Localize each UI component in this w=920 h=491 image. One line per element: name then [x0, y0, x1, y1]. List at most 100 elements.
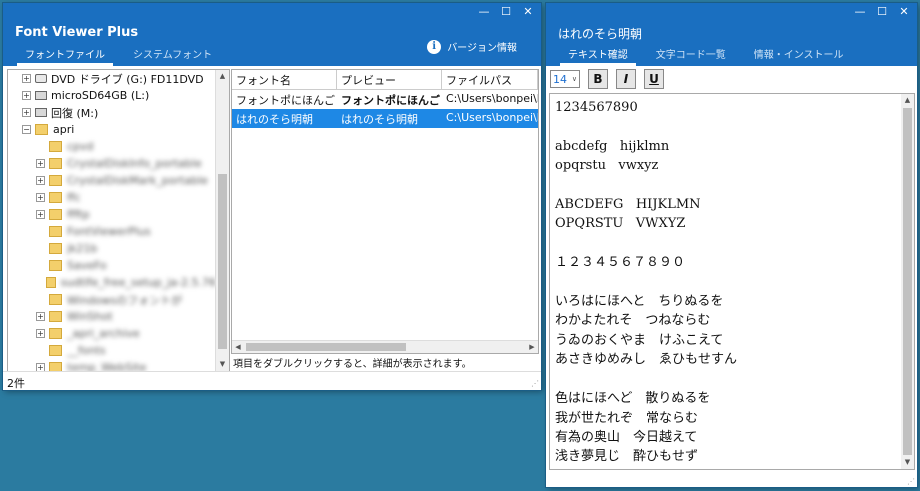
- expand-icon[interactable]: +: [36, 159, 45, 168]
- tree-item[interactable]: cpvd: [8, 138, 216, 155]
- tree-item-label: cpvd: [67, 140, 94, 153]
- expand-icon[interactable]: +: [36, 176, 45, 185]
- tree-item[interactable]: Windowsのフォントが: [8, 291, 216, 308]
- tree-item[interactable]: SaveFo: [8, 257, 216, 274]
- drive-icon: [35, 91, 47, 100]
- maximize-icon[interactable]: ☐: [499, 5, 513, 18]
- folder-icon: [49, 260, 62, 271]
- folder-icon: [49, 209, 62, 220]
- font-size-select[interactable]: 14 ∨: [550, 70, 580, 88]
- tree-item-label: WinShot: [67, 310, 113, 323]
- scroll-up-icon[interactable]: ▲: [901, 94, 914, 107]
- list-hscrollbar[interactable]: ◀ ▶: [232, 340, 538, 353]
- italic-button[interactable]: I: [616, 69, 636, 89]
- tree-scrollbar[interactable]: ▲ ▼: [215, 70, 229, 371]
- chevron-down-icon: ∨: [571, 75, 577, 83]
- expand-icon[interactable]: +: [22, 108, 31, 117]
- folder-icon: [49, 175, 62, 186]
- folder-icon: [35, 124, 48, 135]
- tree-item[interactable]: + 回復 (M:): [8, 104, 216, 121]
- format-toolbar: 14 ∨ B I U: [550, 69, 664, 89]
- preview-textarea[interactable]: 1234567890 abcdefg hijklmn opqrstu vwxyz…: [549, 93, 915, 470]
- scroll-up-icon[interactable]: ▲: [216, 70, 229, 83]
- expand-icon[interactable]: +: [36, 210, 45, 219]
- resize-grip-icon[interactable]: ⋰: [907, 477, 915, 486]
- cell-preview: フォントポにほんご: [341, 94, 440, 107]
- folder-icon: [49, 226, 62, 237]
- close-icon[interactable]: ✕: [897, 5, 911, 18]
- tab-font-file[interactable]: フォントファイル: [11, 42, 119, 66]
- tree-item[interactable]: − apri: [8, 121, 216, 138]
- column-header-preview[interactable]: プレビュー: [337, 70, 442, 89]
- expand-icon[interactable]: +: [36, 329, 45, 338]
- tree-item[interactable]: + CrystalDiskInfo_portable: [8, 155, 216, 172]
- tree-item[interactable]: + _apri_archive: [8, 325, 216, 342]
- font-list[interactable]: フォント名 プレビュー ファイルパス フォントポにほんご フォントポにほんご C…: [231, 69, 539, 354]
- tree-scroll-thumb[interactable]: [218, 174, 227, 349]
- tree-item[interactable]: + WinShot: [8, 308, 216, 325]
- column-header-file-path[interactable]: ファイルパス: [442, 70, 538, 89]
- tab-text-check[interactable]: テキスト確認: [554, 42, 642, 66]
- scroll-left-icon[interactable]: ◀: [232, 341, 244, 353]
- column-header-font-name[interactable]: フォント名: [232, 70, 337, 89]
- tree-item-label: _apri_archive: [67, 327, 140, 340]
- folder-tree[interactable]: + DVD ドライブ (G:) FD11DVD + microSD64GB (L:) +…: [7, 69, 230, 372]
- folder-icon: [49, 345, 62, 356]
- expand-icon[interactable]: +: [36, 193, 45, 202]
- bold-button[interactable]: B: [588, 69, 608, 89]
- scroll-down-icon[interactable]: ▼: [901, 456, 914, 469]
- app-title: Font Viewer Plus: [15, 25, 139, 40]
- tree-item[interactable]: + microSD64GB (L:): [8, 87, 216, 104]
- minimize-icon[interactable]: —: [477, 5, 491, 18]
- tree-item-label: Windowsのフォントが: [67, 293, 183, 307]
- minimize-icon[interactable]: —: [853, 5, 867, 18]
- status-count: 2件: [7, 377, 25, 390]
- tree-item-label: microSD64GB (L:): [51, 89, 150, 102]
- font-list-header: フォント名 プレビュー ファイルパス: [232, 70, 538, 90]
- tree-item[interactable]: FontViewerPlus: [8, 223, 216, 240]
- expand-icon[interactable]: +: [22, 91, 31, 100]
- drive-icon: [35, 108, 47, 117]
- window-controls: — ☐ ✕: [477, 5, 535, 18]
- detail-titlebar: — ☐ ✕ はれのそら明朝 テキスト確認 文字コード一覧 情報・インストール: [546, 3, 917, 66]
- folder-icon: [49, 294, 62, 305]
- close-icon[interactable]: ✕: [521, 5, 535, 18]
- preview-scrollbar[interactable]: ▲ ▼: [901, 94, 914, 469]
- tree-item-label: ffc: [67, 191, 81, 204]
- tree-item[interactable]: + DVD ドライブ (G:) FD11DVD: [8, 70, 216, 87]
- info-icon: i: [427, 39, 442, 54]
- preview-scroll-thumb[interactable]: [903, 108, 912, 455]
- tree-item[interactable]: __fonts: [8, 342, 216, 359]
- folder-tree-rows: + DVD ドライブ (G:) FD11DVD + microSD64GB (L:) +…: [8, 70, 216, 371]
- version-info-button[interactable]: i バージョン情報: [427, 39, 517, 54]
- tree-item[interactable]: jk21b: [8, 240, 216, 257]
- tree-item-label: apri: [53, 123, 75, 136]
- tab-info-install[interactable]: 情報・インストール: [740, 42, 858, 66]
- tree-item[interactable]: + CrystalDiskMark_portable: [8, 172, 216, 189]
- font-size-value: 14: [553, 72, 567, 86]
- tree-item[interactable]: + ffc: [8, 189, 216, 206]
- folder-icon: [46, 277, 56, 288]
- resize-grip-icon[interactable]: ⋰: [531, 379, 539, 388]
- scroll-right-icon[interactable]: ▶: [526, 341, 538, 353]
- collapse-icon[interactable]: −: [22, 125, 31, 134]
- tab-char-code-list[interactable]: 文字コード一覧: [642, 42, 740, 66]
- table-row[interactable]: フォントポにほんご フォントポにほんご C:\Users\bonpei\De: [232, 90, 538, 109]
- tab-system-font[interactable]: システムフォント: [119, 42, 226, 66]
- expand-icon[interactable]: +: [22, 74, 31, 83]
- folder-icon: [49, 192, 62, 203]
- folder-icon: [49, 243, 62, 254]
- maximize-icon[interactable]: ☐: [875, 5, 889, 18]
- cell-file-path: C:\Users\bonpei\De: [446, 111, 538, 124]
- tree-item[interactable]: + ffftp: [8, 206, 216, 223]
- list-hscroll-thumb[interactable]: [246, 343, 406, 351]
- tree-item-label: sudtlfe_free_setup_ja-2.5.76: [60, 276, 216, 289]
- expand-icon[interactable]: +: [36, 312, 45, 321]
- folder-icon: [49, 311, 62, 322]
- scroll-down-icon[interactable]: ▼: [216, 358, 229, 371]
- tree-item-label: ffftp: [67, 208, 90, 221]
- status-bar: 2件 ⋰: [3, 371, 541, 390]
- tree-item[interactable]: sudtlfe_free_setup_ja-2.5.76: [8, 274, 216, 291]
- underline-button[interactable]: U: [644, 69, 664, 89]
- table-row-selected[interactable]: はれのそら明朝 はれのそら明朝 C:\Users\bonpei\De: [232, 109, 538, 128]
